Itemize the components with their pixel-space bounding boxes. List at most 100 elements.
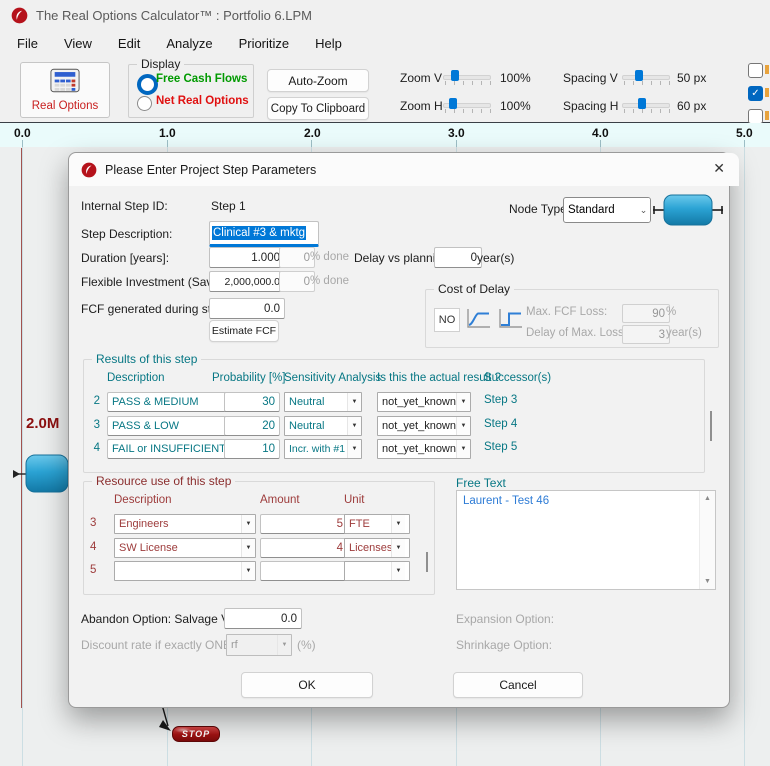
real-options-button[interactable]: Real Options bbox=[20, 62, 110, 118]
dropdown-arrow-icon: ▼ bbox=[456, 417, 470, 435]
toolbar-checkbox-1[interactable] bbox=[748, 63, 763, 78]
resource-description-value: SW License bbox=[115, 539, 241, 557]
stop-node[interactable]: STOP bbox=[172, 726, 220, 742]
max-fcf-loss-input: 90 bbox=[622, 304, 670, 323]
radio-net-real-options-label[interactable]: Net Real Options bbox=[156, 95, 249, 107]
free-text-area[interactable]: Laurent - Test 46 ▲ ▼ bbox=[456, 490, 716, 590]
result-actual-value: not_yet_known bbox=[378, 393, 456, 411]
radio-free-cash-flows[interactable] bbox=[137, 74, 158, 95]
estimate-fcf-button[interactable]: Estimate FCF bbox=[209, 320, 279, 342]
step-description-input[interactable]: Clinical #3 & mktg bbox=[209, 221, 319, 247]
ramp-curve-icon[interactable] bbox=[464, 306, 492, 337]
node-type-select[interactable]: Standard ⌄ bbox=[563, 197, 651, 223]
zoom-v-value: 100% bbox=[500, 71, 531, 85]
spacing-v-slider-thumb[interactable] bbox=[635, 70, 643, 81]
spacing-v-slider[interactable] bbox=[622, 70, 670, 85]
result-sensitivity-select[interactable]: Incr. with #1 ▼ bbox=[284, 439, 362, 459]
resource-unit-value: FTE bbox=[345, 515, 391, 533]
scroll-down-icon[interactable]: ▼ bbox=[700, 578, 715, 585]
result-description-input[interactable]: PASS & MEDIUM bbox=[107, 392, 227, 412]
zoom-v-slider-thumb[interactable] bbox=[451, 70, 459, 81]
max-fcf-loss-label: Max. FCF Loss: bbox=[526, 306, 607, 318]
max-fcf-loss-suffix: % bbox=[666, 306, 676, 318]
resource-row-number: 4 bbox=[84, 541, 104, 553]
resource-unit-select[interactable]: ▼ bbox=[344, 561, 410, 581]
result-description-input[interactable]: PASS & LOW bbox=[107, 416, 227, 436]
result-sensitivity-value: Neutral bbox=[285, 417, 347, 435]
result-actual-select[interactable]: not_yet_known ▼ bbox=[377, 392, 471, 412]
result-probability-input[interactable]: 10 bbox=[224, 439, 280, 459]
auto-zoom-button[interactable]: Auto-Zoom bbox=[267, 69, 369, 92]
ruler-tick-label: 4.0 bbox=[592, 126, 609, 140]
dialog-icon bbox=[81, 162, 97, 178]
results-header-probability: Probability [%] bbox=[212, 372, 286, 384]
resource-amount-input[interactable] bbox=[260, 561, 348, 581]
results-scroll-indicator[interactable] bbox=[710, 411, 712, 441]
resources-group-label: Resource use of this step bbox=[92, 474, 235, 488]
zoom-h-slider[interactable] bbox=[443, 98, 491, 113]
cost-of-delay-no-button[interactable]: NO bbox=[434, 308, 460, 332]
zoom-h-value: 100% bbox=[500, 99, 531, 113]
resource-amount-input[interactable]: 4 bbox=[260, 538, 348, 558]
project-step-node[interactable] bbox=[4, 452, 68, 496]
flexible-investment-input[interactable]: 2,000,000.0 bbox=[209, 271, 285, 292]
result-actual-select[interactable]: not_yet_known ▼ bbox=[377, 416, 471, 436]
menu-item-file[interactable]: File bbox=[4, 31, 51, 56]
result-sensitivity-select[interactable]: Neutral ▼ bbox=[284, 392, 362, 412]
duration-input[interactable]: 1.000 bbox=[209, 247, 285, 268]
menu-item-help[interactable]: Help bbox=[302, 31, 355, 56]
toolbar-checkbox-3[interactable] bbox=[748, 109, 763, 124]
resource-description-select[interactable]: Engineers ▼ bbox=[114, 514, 256, 534]
display-group-label: Display bbox=[137, 57, 184, 71]
expansion-option-label: Expansion Option: bbox=[456, 612, 554, 626]
dropdown-arrow-icon: ▼ bbox=[391, 539, 405, 557]
result-successor-label: Step 3 bbox=[484, 394, 517, 406]
spacing-h-slider-thumb[interactable] bbox=[638, 98, 646, 109]
menu-item-view[interactable]: View bbox=[51, 31, 105, 56]
result-probability-input[interactable]: 30 bbox=[224, 392, 280, 412]
free-text-scrollbar[interactable]: ▲ ▼ bbox=[699, 491, 715, 589]
resource-description-select[interactable]: ▼ bbox=[114, 561, 256, 581]
step-curve-icon[interactable] bbox=[496, 306, 524, 337]
cancel-button[interactable]: Cancel bbox=[453, 672, 583, 698]
dropdown-arrow-icon: ▼ bbox=[456, 393, 470, 411]
menu-item-analyze[interactable]: Analyze bbox=[153, 31, 225, 56]
resource-unit-select[interactable]: FTE ▼ bbox=[344, 514, 410, 534]
result-description-input[interactable]: FAIL or INSUFFICIENT bbox=[107, 439, 227, 459]
resource-unit-select[interactable]: Licenses ▼ bbox=[344, 538, 410, 558]
real-options-label: Real Options bbox=[32, 100, 98, 112]
copy-to-clipboard-button[interactable]: Copy To Clipboard bbox=[267, 97, 369, 120]
delay-max-loss-suffix: year(s) bbox=[666, 327, 702, 339]
canvas-gridline bbox=[744, 147, 745, 766]
ok-button[interactable]: OK bbox=[241, 672, 373, 698]
radio-free-cash-flows-label[interactable]: Free Cash Flows bbox=[156, 73, 247, 85]
close-icon[interactable]: ✕ bbox=[713, 160, 725, 177]
result-probability-value: 30 bbox=[262, 396, 275, 408]
radio-net-real-options[interactable] bbox=[137, 96, 152, 111]
result-probability-input[interactable]: 20 bbox=[224, 416, 280, 436]
step-description-label: Step Description: bbox=[81, 227, 172, 241]
zoom-h-label: Zoom H bbox=[400, 99, 443, 113]
step-description-value: Clinical #3 & mktg bbox=[212, 226, 306, 240]
spacing-h-slider[interactable] bbox=[622, 98, 670, 113]
scroll-up-icon[interactable]: ▲ bbox=[700, 495, 715, 502]
free-text-value: Laurent - Test 46 bbox=[463, 495, 549, 507]
results-row-number: 3 bbox=[86, 419, 100, 431]
resource-description-select[interactable]: SW License ▼ bbox=[114, 538, 256, 558]
delay-max-loss-label: Delay of Max. Loss: bbox=[526, 327, 627, 339]
result-sensitivity-select[interactable]: Neutral ▼ bbox=[284, 416, 362, 436]
result-actual-value: not_yet_known bbox=[378, 440, 456, 458]
resource-amount-input[interactable]: 5 bbox=[260, 514, 348, 534]
menu-item-edit[interactable]: Edit bbox=[105, 31, 153, 56]
dropdown-arrow-icon: ▼ bbox=[241, 562, 255, 580]
toolbar-checkbox-2[interactable]: ✓ bbox=[748, 86, 763, 101]
zoom-v-slider[interactable] bbox=[443, 70, 491, 85]
abandon-option-input[interactable]: 0.0 bbox=[224, 608, 302, 629]
delay-vs-planning-input[interactable]: 0 bbox=[434, 247, 482, 268]
resources-scroll-indicator[interactable] bbox=[426, 552, 428, 572]
zoom-h-slider-thumb[interactable] bbox=[449, 98, 457, 109]
fcf-input[interactable]: 0.0 bbox=[209, 298, 285, 319]
discount-rate-suffix: (%) bbox=[297, 638, 316, 652]
result-actual-select[interactable]: not_yet_known ▼ bbox=[377, 439, 471, 459]
menu-item-prioritize[interactable]: Prioritize bbox=[226, 31, 303, 56]
